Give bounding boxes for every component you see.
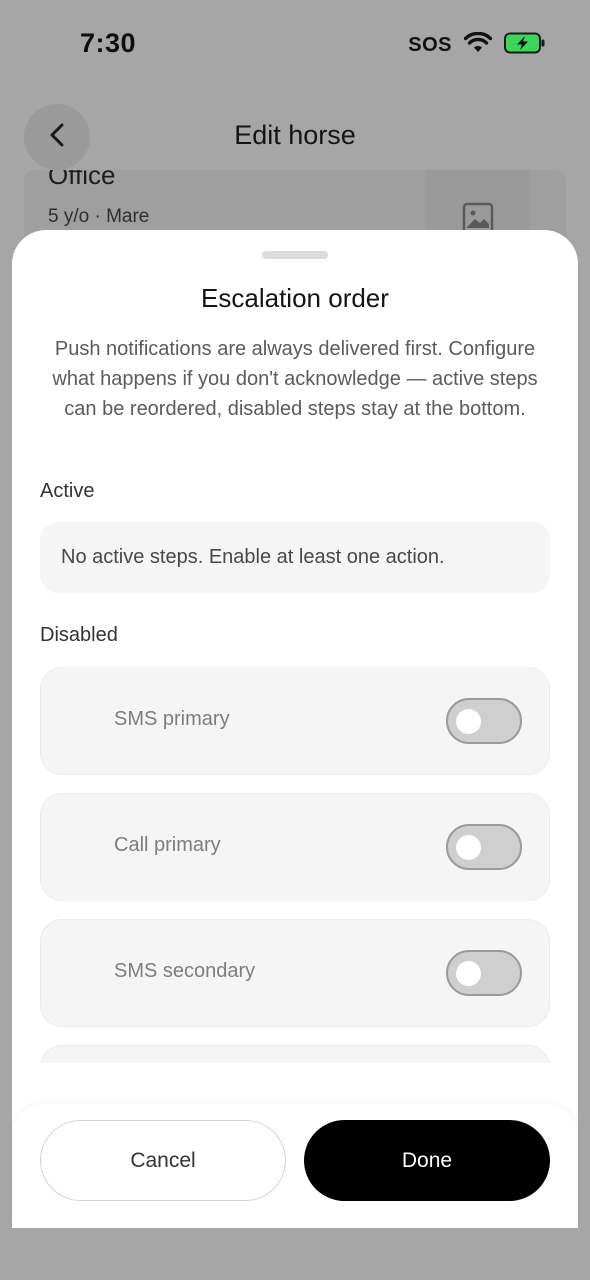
escalation-order-sheet: Escalation order Push notifications are … bbox=[12, 230, 578, 1230]
horse-meta: 5 y/o · Mare bbox=[48, 206, 150, 227]
bottom-backdrop-strip bbox=[0, 1228, 590, 1280]
sheet-description: Push notifications are always delivered … bbox=[52, 338, 538, 420]
status-bar: 7:30 SOS bbox=[0, 0, 590, 88]
done-button[interactable]: Done bbox=[304, 1120, 550, 1201]
step-row-call-primary: Call primary bbox=[40, 793, 550, 901]
sheet-title: Escalation order bbox=[201, 283, 389, 313]
call-primary-toggle[interactable] bbox=[446, 824, 522, 870]
sms-secondary-toggle[interactable] bbox=[446, 950, 522, 996]
step-row-sms-primary: SMS primary bbox=[40, 667, 550, 775]
horse-name: Office bbox=[48, 170, 116, 190]
toggle-knob bbox=[456, 709, 481, 734]
step-label: Call primary bbox=[114, 834, 221, 856]
wifi-icon bbox=[463, 31, 493, 59]
sheet-footer: Cancel Done bbox=[12, 1104, 578, 1228]
step-row-sms-secondary: SMS secondary bbox=[40, 919, 550, 1027]
status-time: 7:30 bbox=[80, 28, 137, 58]
disabled-section-label: Disabled bbox=[40, 624, 118, 646]
active-empty-text: No active steps. Enable at least one act… bbox=[61, 546, 445, 568]
battery-charging-icon bbox=[504, 32, 546, 59]
cancel-button[interactable]: Cancel bbox=[40, 1120, 286, 1201]
step-label: SMS secondary bbox=[114, 960, 256, 982]
status-carrier: SOS bbox=[408, 34, 452, 56]
page-title: Edit horse bbox=[234, 120, 356, 150]
active-empty-state: No active steps. Enable at least one act… bbox=[40, 522, 550, 593]
status-indicators: SOS bbox=[408, 31, 546, 59]
toggle-knob bbox=[456, 961, 481, 986]
sms-primary-toggle[interactable] bbox=[446, 698, 522, 744]
step-label: SMS primary bbox=[114, 708, 230, 730]
toggle-knob bbox=[456, 835, 481, 860]
active-section-label: Active bbox=[40, 480, 95, 502]
sheet-grabber[interactable] bbox=[262, 251, 328, 259]
